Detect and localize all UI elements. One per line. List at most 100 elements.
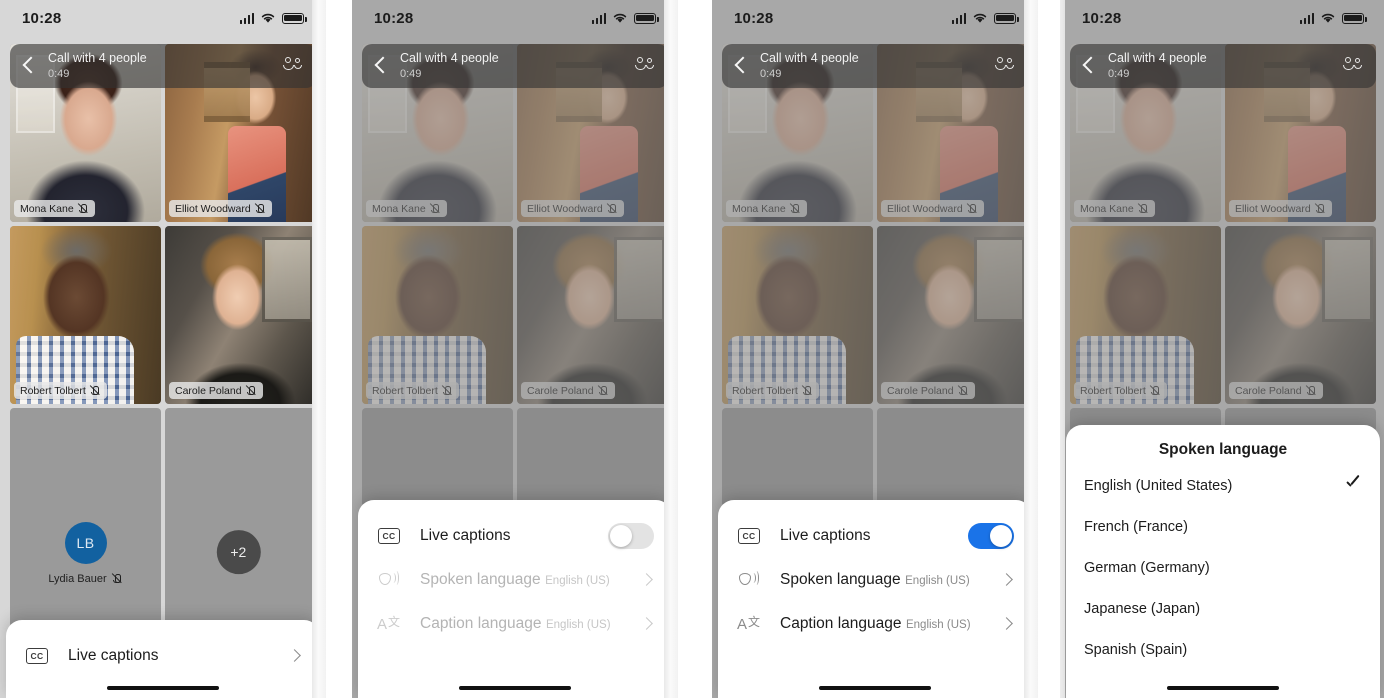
language-option-french[interactable]: French (France) [1084, 506, 1362, 547]
participant-name: Carole Poland [175, 384, 242, 397]
chevron-right-icon[interactable] [1000, 573, 1014, 587]
live-captions-row[interactable]: CC Live captions [24, 634, 302, 678]
live-captions-label: Live captions [68, 647, 159, 664]
language-option-german[interactable]: German (Germany) [1084, 547, 1362, 588]
spoken-language-value: English (US) [905, 575, 970, 587]
battery-icon [994, 12, 1019, 24]
live-captions-toggle[interactable] [608, 523, 654, 549]
wifi-icon [1321, 13, 1335, 23]
status-time: 10:28 [22, 9, 62, 27]
live-captions-settings-sheet: CC Live captions Spoken language English… [718, 500, 1032, 698]
live-captions-settings-sheet: CC Live captions Spoken language English… [358, 500, 672, 698]
video-tile-carole[interactable]: Carole Poland [165, 226, 316, 404]
spoken-language-picker-sheet: Spoken language English (United States) … [1066, 425, 1380, 698]
chevron-right-icon[interactable] [288, 649, 302, 663]
language-option-spanish[interactable]: Spanish (Spain) [1084, 629, 1362, 670]
chevron-left-icon[interactable] [730, 55, 752, 77]
call-duration: 0:49 [760, 67, 782, 80]
name-chip: Robert Tolbert [14, 382, 107, 399]
call-title: Call with 4 people [400, 51, 499, 66]
live-captions-label: Live captions [420, 527, 511, 544]
language-label: English (United States) [1084, 477, 1233, 494]
chevron-left-icon[interactable] [18, 55, 40, 77]
live-captions-toggle[interactable] [968, 523, 1014, 549]
video-tile-robert[interactable]: Robert Tolbert [10, 226, 161, 404]
people-icon[interactable] [634, 55, 656, 77]
cellular-signal-icon [1299, 12, 1314, 24]
name-chip: Mona Kane [14, 200, 95, 217]
mic-off-icon [78, 203, 89, 214]
status-icons [591, 12, 659, 24]
chevron-left-icon[interactable] [370, 55, 392, 77]
chevron-left-icon[interactable] [1078, 55, 1100, 77]
wifi-icon [261, 13, 275, 23]
video-grid: Mona Kane Elliot Woodward Robert Tolbert [10, 44, 316, 698]
cc-icon: CC [378, 528, 400, 544]
caption-language-row[interactable]: A文 Caption language English (US) [376, 602, 654, 646]
mic-off-icon [255, 203, 266, 214]
spoken-language-row[interactable]: Spoken language English (US) [736, 558, 1014, 602]
name-chip: Carole Poland [169, 382, 263, 399]
phone-panel-language-picker: 10:28 Call with 4 people 0:49 Spoken lan… [1060, 0, 1384, 698]
participant-name: Mona Kane [20, 202, 74, 215]
call-header: Call with 4 people 0:49 [1070, 44, 1376, 88]
people-icon[interactable] [1342, 55, 1364, 77]
status-icons [951, 12, 1019, 24]
cc-icon: CC [26, 648, 48, 664]
mic-off-icon [246, 385, 257, 396]
call-title: Call with 4 people [48, 51, 147, 66]
home-indicator [1167, 685, 1279, 690]
language-option-english[interactable]: English (United States) [1084, 465, 1362, 506]
live-captions-row[interactable]: CC Live captions [736, 514, 1014, 558]
caption-language-row[interactable]: A文 Caption language English (US) [736, 602, 1014, 646]
screenshot-stage: 10:28 Call with 4 people 0:49 Mona Kane … [0, 0, 1384, 698]
battery-icon [1342, 12, 1367, 24]
people-icon[interactable] [282, 55, 304, 77]
home-indicator [107, 685, 219, 690]
caption-language-label: Caption language [420, 615, 542, 632]
wifi-icon [613, 13, 627, 23]
spoken-language-icon [378, 570, 400, 590]
people-icon[interactable] [994, 55, 1016, 77]
wifi-icon [973, 13, 987, 23]
spoken-language-row[interactable]: Spoken language English (US) [376, 558, 654, 602]
cellular-signal-icon [591, 12, 606, 24]
caption-language-value: English (US) [905, 619, 971, 631]
chevron-right-icon[interactable] [640, 573, 654, 587]
cellular-signal-icon [239, 12, 254, 24]
status-time: 10:28 [1082, 9, 1122, 27]
status-time: 10:28 [374, 9, 414, 27]
spoken-language-label: Spoken language [780, 571, 901, 588]
phone-panel-captions-on: 10:28 Call with 4 people 0:49 CC Live ca… [712, 0, 1038, 698]
live-captions-row[interactable]: CC Live captions [376, 514, 654, 558]
overflow-count-badge: +2 [216, 530, 261, 575]
status-bar: 10:28 [0, 0, 326, 36]
chevron-right-icon[interactable] [1000, 617, 1014, 631]
language-option-japanese[interactable]: Japanese (Japan) [1084, 588, 1362, 629]
status-bar: 10:28 [1060, 0, 1384, 36]
call-duration: 0:49 [48, 67, 70, 80]
participant-name: Lydia Bauer [48, 572, 107, 585]
home-indicator [819, 685, 931, 690]
call-duration: 0:49 [400, 67, 422, 80]
status-icons [239, 12, 307, 24]
call-header: Call with 4 people 0:49 [362, 44, 668, 88]
call-header: Call with 4 people 0:49 [10, 44, 316, 88]
status-time: 10:28 [734, 9, 774, 27]
battery-icon [282, 12, 307, 24]
phone-panel-captions-off: 10:28 Call with 4 people 0:49 CC Live ca… [352, 0, 678, 698]
spoken-language-label: Spoken language [420, 571, 541, 588]
status-icons [1299, 12, 1367, 24]
sheet-title: Spoken language [1158, 441, 1288, 458]
call-title: Call with 4 people [1108, 51, 1207, 66]
caption-language-label: Caption language [780, 615, 902, 632]
live-captions-label: Live captions [780, 527, 871, 544]
language-label: German (Germany) [1084, 559, 1210, 576]
check-icon [1344, 477, 1362, 495]
language-label: Spanish (Spain) [1084, 641, 1188, 658]
call-duration: 0:49 [1108, 67, 1130, 80]
chevron-right-icon[interactable] [640, 617, 654, 631]
avatar: LB [64, 521, 107, 564]
mic-off-icon [112, 573, 123, 584]
home-indicator [459, 685, 571, 690]
